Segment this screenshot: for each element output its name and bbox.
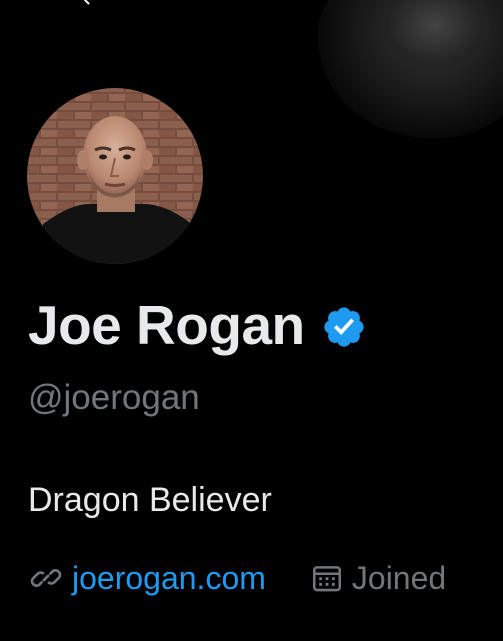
website-link[interactable]: joerogan.com (72, 556, 266, 600)
joined-date: Joined (351, 560, 447, 596)
avatar[interactable] (23, 84, 207, 268)
link-icon (30, 569, 62, 587)
bio: Dragon Believer (28, 481, 272, 519)
back-arrow-icon[interactable] (82, 0, 96, 6)
avatar-photo (27, 88, 203, 264)
verified-badge-icon[interactable] (321, 304, 367, 350)
profile-meta-row: joerogan.com Joined (28, 556, 446, 600)
name-row: Joe Rogan (28, 292, 367, 358)
display-name: Joe Rogan (28, 294, 305, 356)
handle: @joerogan (28, 378, 200, 417)
calendar-icon (312, 566, 341, 592)
